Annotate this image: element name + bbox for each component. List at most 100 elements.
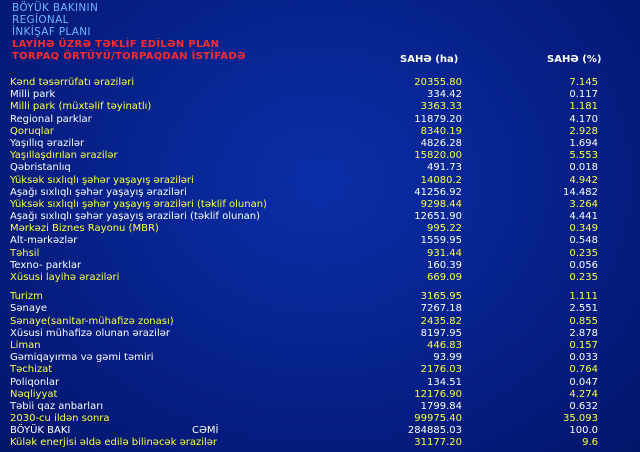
row-area: 4826.28 — [420, 137, 462, 149]
row-name: Təchizat — [10, 364, 53, 376]
row-area: 3363.33 — [420, 101, 462, 113]
row-pct: 4.942 — [569, 174, 598, 186]
row-area: 14080.2 — [420, 174, 462, 186]
row-name: Xüsusi layihə əraziləri — [10, 272, 120, 283]
row-area: 20355.80 — [414, 77, 462, 88]
row-name: Poliqonlar — [10, 376, 60, 388]
row-area: 8340.19 — [420, 125, 462, 137]
row-pct: 3.264 — [569, 198, 598, 210]
row-pct: 5.553 — [569, 150, 598, 162]
title-line-4: LAYİHƏ ÜZRƏ TƏKLİF EDİLƏN PLAN — [12, 39, 220, 50]
table-row: Qoruqlar 8340.19 2.928 — [10, 126, 630, 138]
row-name: Yüksək sıxlıqlı şəhər yaşayış əraziləri — [10, 174, 194, 186]
total-label: CƏMİ — [192, 425, 219, 437]
row-area: 11879.20 — [414, 113, 462, 125]
row-area: 2176.03 — [420, 364, 462, 376]
title-line-1: BÖYÜK BAKININ — [12, 2, 99, 14]
row-pct: 2.928 — [569, 125, 598, 137]
row-area: 99975.40 — [414, 413, 462, 425]
row-area: 995.22 — [427, 223, 462, 235]
group-2: Turizm 3165.95 1.111 Sənaye 7267.18 2.551 Səna… — [10, 291, 630, 425]
table-row: Sənaye(sanitar-mühafizə zonası) 2435.82 0.… — [10, 316, 630, 328]
total-pct: 100.0 — [569, 425, 598, 437]
table-row: Gəmiqayırma və gəmi təmiri 93.99 0.033 — [10, 352, 630, 364]
row-area: 7267.18 — [420, 303, 462, 315]
row-name: Yaşıllıq ərazilər — [10, 137, 85, 149]
row-pct: 4.441 — [569, 211, 598, 223]
footer-pct: 9.6 — [582, 437, 598, 449]
row-pct: 7.145 — [569, 77, 598, 88]
row-area: 1799.84 — [420, 400, 462, 412]
row-area: 1559.95 — [420, 235, 462, 247]
row-pct: 0.548 — [569, 235, 598, 247]
land-use-table: Kənd təsərrüfatı əraziləri 20355.80 7.145 M… — [10, 77, 630, 450]
table-row: Milli park 334.42 0.117 — [10, 89, 630, 101]
row-pct: 0.349 — [569, 223, 598, 235]
footer-row: Külək enerjisi əldə edilə bilinəcək əraz… — [10, 437, 630, 449]
table-row: Aşağı sıxlıqlı şəhər yaşayış əraziləri (… — [10, 211, 630, 223]
table-row: Turizm 3165.95 1.111 — [10, 291, 630, 303]
row-pct: 1.111 — [569, 291, 598, 303]
row-pct: 1.694 — [569, 137, 598, 149]
row-name: Milli park — [10, 89, 56, 101]
row-area: 931.44 — [427, 247, 462, 259]
table-row: Təchizat 2176.03 0.764 — [10, 364, 630, 376]
row-name: Gəmiqayırma və gəmi təmiri — [10, 352, 154, 364]
row-pct: 4.274 — [569, 388, 598, 400]
row-pct: 0.632 — [569, 400, 598, 412]
row-name: Mərkəzi Biznes Rayonu (MBR) — [10, 223, 159, 235]
row-pct: 0.033 — [569, 352, 598, 364]
row-pct: 0.764 — [569, 364, 598, 376]
row-name: Kənd təsərrüfatı əraziləri — [10, 77, 135, 88]
table-row: Regional parklar 11879.20 4.170 — [10, 114, 630, 126]
row-name: Yüksək sıxlıqlı şəhər yaşayış əraziləri … — [10, 198, 267, 210]
table-row: Xüsusi layihə əraziləri 669.09 0.235 — [10, 272, 630, 284]
row-name: Təhsil — [10, 247, 40, 259]
row-name: Xüsusi mühafizə olunan ərazilər — [10, 327, 171, 339]
total-row: BÖYÜK BAKI CƏMİ 284885.03 100.0 — [10, 425, 630, 437]
title-line-5: TORPAQ ÖRTÜYÜ/TORPAQDAN İSTİFADƏ — [12, 51, 246, 62]
table-row: Texno- parklar 160.39 0.056 — [10, 260, 630, 272]
row-area: 334.42 — [427, 89, 462, 101]
row-name: Sənaye(sanitar-mühafizə zonası) — [10, 315, 174, 327]
row-pct: 0.018 — [569, 162, 598, 174]
table-row: Aşağı sıxlıqlı şəhər yaşayış əraziləri 41… — [10, 187, 630, 199]
row-name: Aşağı sıxlıqlı şəhər yaşayış əraziləri — [10, 186, 187, 198]
table-row: Liman 446.83 0.157 — [10, 340, 630, 352]
row-area: 3165.95 — [420, 291, 462, 303]
footer-area: 31177.20 — [414, 437, 462, 449]
column-header-area: SAHƏ (ha) — [400, 54, 459, 65]
table-row: Yüksək sıxlıqlı şəhər yaşayış əraziləri … — [10, 199, 630, 211]
row-name: Texno- parklar — [10, 259, 82, 271]
row-name: Aşağı sıxlıqlı şəhər yaşayış əraziləri (… — [10, 211, 261, 223]
row-pct: 35.093 — [563, 413, 598, 425]
row-pct: 2.551 — [569, 303, 598, 315]
table-row: Poliqonlar 134.51 0.047 — [10, 377, 630, 389]
row-name: Yaşıllaşdırılan ərazilər — [10, 150, 118, 162]
row-name: Liman — [10, 339, 41, 351]
table-row: Yaşıllaşdırılan ərazilər 15820.00 5.553 — [10, 150, 630, 162]
row-pct: 0.855 — [569, 315, 598, 327]
row-area: 669.09 — [427, 272, 462, 283]
table-row: Təbii qaz anbarları 1799.84 0.632 — [10, 401, 630, 413]
table-row: Qəbristanlıq 491.73 0.018 — [10, 162, 630, 174]
table-row: Təhsil 931.44 0.235 — [10, 248, 630, 260]
row-name: Təbii qaz anbarları — [10, 400, 104, 412]
row-area: 93.99 — [433, 352, 462, 364]
row-area: 12651.90 — [414, 211, 462, 223]
row-pct: 0.157 — [569, 339, 598, 351]
row-area: 446.83 — [427, 339, 462, 351]
row-name: Nəqliyyat — [10, 388, 58, 400]
table-row: Sənaye 7267.18 2.551 — [10, 303, 630, 315]
table-row: 2030-cu ildən sonra 99975.40 35.093 — [10, 413, 630, 425]
row-pct: 14.482 — [563, 186, 598, 198]
row-pct: 0.235 — [569, 272, 598, 283]
row-pct: 0.047 — [569, 376, 598, 388]
row-area: 9298.44 — [420, 198, 462, 210]
row-area: 8197.95 — [420, 327, 462, 339]
total-name: BÖYÜK BAKI — [10, 425, 71, 437]
table-row: Alt-mərkəzlər 1559.95 0.548 — [10, 235, 630, 247]
row-area: 15820.00 — [414, 150, 462, 162]
row-area: 41256.92 — [414, 186, 462, 198]
row-area: 160.39 — [427, 259, 462, 271]
